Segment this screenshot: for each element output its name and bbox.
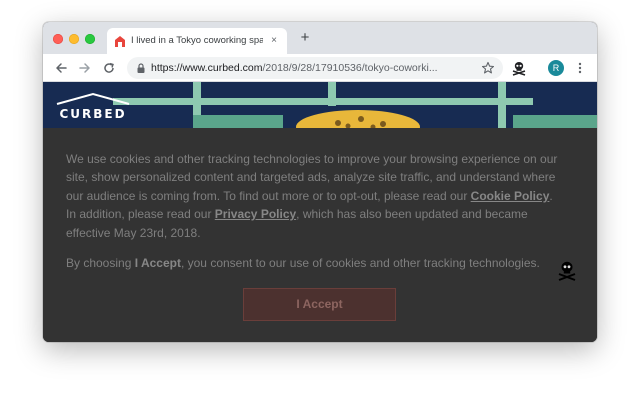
browser-window: I lived in a Tokyo coworking space × + h…	[43, 22, 597, 342]
consent-statement: By choosing I Accept, you consent to our…	[66, 256, 576, 270]
url-host: https://www.curbed.com	[151, 62, 263, 74]
kebab-menu-icon	[578, 62, 582, 74]
logo-text: CURBED	[59, 107, 126, 121]
forward-arrow-icon	[79, 63, 90, 73]
accept-button[interactable]: I Accept	[243, 288, 396, 321]
browser-toolbar: https://www.curbed.com/2018/9/28/1791053…	[43, 54, 597, 82]
privacy-policy-link[interactable]: Privacy Policy	[215, 207, 296, 221]
forward-button[interactable]	[77, 60, 93, 76]
curbed-logo[interactable]: CURBED	[55, 92, 131, 127]
cookie-notice-text: We use cookies and other tracking techno…	[66, 150, 566, 242]
browser-menu-button[interactable]	[572, 60, 588, 76]
reload-icon	[104, 62, 114, 73]
url-path: /2018/9/28/17910536/tokyo-coworki...	[262, 62, 438, 74]
consent-statement-bold: I Accept	[134, 256, 181, 270]
curbed-favicon-icon	[113, 34, 127, 48]
new-tab-button[interactable]: +	[297, 30, 313, 46]
skull-extension-icon	[512, 62, 526, 76]
url-text: https://www.curbed.com/2018/9/28/1791053…	[151, 62, 461, 74]
profile-avatar[interactable]: R	[548, 60, 564, 76]
tab-active[interactable]: I lived in a Tokyo coworking space ×	[107, 28, 287, 54]
bookmark-star-icon[interactable]	[481, 61, 495, 75]
tab-close-button[interactable]: ×	[267, 34, 281, 48]
tab-strip: I lived in a Tokyo coworking space × +	[43, 22, 597, 54]
skull-extension-button[interactable]	[511, 60, 527, 76]
close-window-button[interactable]	[53, 34, 63, 44]
consent-statement-end: , you consent to our use of cookies and …	[180, 256, 540, 270]
page-content: CURBED We use cookies and other tracking…	[43, 82, 597, 342]
back-button[interactable]	[53, 60, 69, 76]
hero-banner: CURBED	[43, 82, 597, 128]
cookie-consent-overlay: We use cookies and other tracking techno…	[43, 128, 597, 342]
reload-button[interactable]	[101, 60, 117, 76]
lock-icon	[137, 63, 145, 73]
back-arrow-icon	[56, 63, 67, 73]
consent-statement-start: By choosing	[66, 256, 135, 270]
address-bar[interactable]: https://www.curbed.com/2018/9/28/1791053…	[127, 57, 503, 79]
tab-title: I lived in a Tokyo coworking space	[131, 35, 263, 46]
minimize-window-button[interactable]	[69, 34, 79, 44]
cookie-policy-link[interactable]: Cookie Policy	[471, 189, 550, 203]
skull-icon	[558, 261, 576, 281]
zoom-window-button[interactable]	[85, 34, 95, 44]
